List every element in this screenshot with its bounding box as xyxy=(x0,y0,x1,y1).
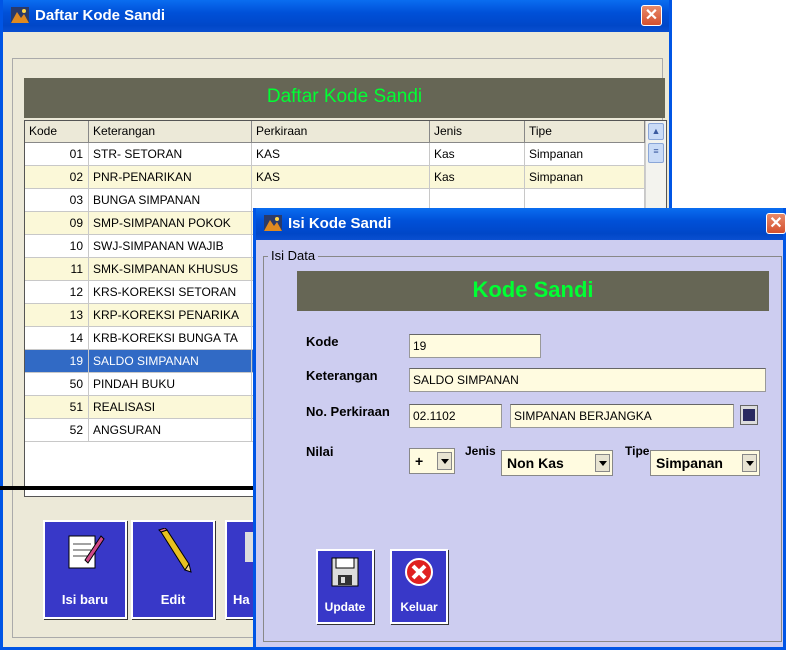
cell-keterangan: SMK-SIMPANAN KHUSUS xyxy=(89,258,252,281)
main-banner: Daftar Kode Sandi xyxy=(24,78,665,118)
keluar-button[interactable]: Keluar xyxy=(390,549,448,624)
cell-keterangan: SMP-SIMPANAN POKOK xyxy=(89,212,252,235)
no-perkiraan-label: No. Perkiraan xyxy=(306,404,390,419)
edit-button[interactable]: Edit xyxy=(131,520,215,619)
scroll-up-button[interactable]: ▲ xyxy=(648,123,664,140)
nilai-label: Nilai xyxy=(306,444,334,459)
jenis-label: Jenis xyxy=(465,444,496,458)
cell-tipe: Simpanan xyxy=(525,166,645,189)
isi-baru-label: Isi baru xyxy=(61,592,109,607)
update-button[interactable]: Update xyxy=(316,549,374,624)
chevron-down-icon xyxy=(595,454,610,472)
tipe-value: Simpanan xyxy=(656,455,723,471)
no-perkiraan-name-field[interactable]: SIMPANAN BERJANGKA xyxy=(510,404,734,428)
cell-keterangan: REALISASI xyxy=(89,396,252,419)
cell-jenis: Kas xyxy=(430,166,525,189)
cell-keterangan: KRP-KOREKSI PENARIKA xyxy=(89,304,252,327)
tipe-label: Tipe xyxy=(625,444,650,458)
chevron-down-icon xyxy=(437,452,452,470)
cell-keterangan: BUNGA SIMPANAN xyxy=(89,189,252,212)
notepad-icon xyxy=(68,535,105,569)
jenis-value: Non Kas xyxy=(507,455,564,471)
cell-keterangan: SWJ-SIMPANAN WAJIB xyxy=(89,235,252,258)
cell-kode: 11 xyxy=(25,258,89,281)
column-header-keterangan[interactable]: Keterangan xyxy=(89,121,252,143)
close-circle-icon xyxy=(405,558,433,586)
cell-kode: 52 xyxy=(25,419,89,442)
dialog-close-button[interactable]: ✕ xyxy=(766,213,786,234)
cell-keterangan: STR- SETORAN xyxy=(89,143,252,166)
cell-keterangan: PINDAH BUKU xyxy=(89,373,252,396)
keterangan-field[interactable]: SALDO SIMPANAN xyxy=(409,368,766,392)
dialog-app-icon xyxy=(264,215,282,231)
cell-kode: 09 xyxy=(25,212,89,235)
cell-keterangan: KRB-KOREKSI BUNGA TA xyxy=(89,327,252,350)
pencil-icon xyxy=(158,528,192,573)
column-header-jenis[interactable]: Jenis xyxy=(430,121,525,143)
main-window-title: Daftar Kode Sandi xyxy=(35,7,166,24)
column-header-tipe[interactable]: Tipe xyxy=(525,121,645,143)
column-header-kode[interactable]: Kode xyxy=(25,121,89,143)
cell-keterangan: ANGSURAN xyxy=(89,419,252,442)
cell-kode: 51 xyxy=(25,396,89,419)
cell-kode: 13 xyxy=(25,304,89,327)
isi-kode-sandi-dialog: Isi Kode Sandi ✕ Isi Data Kode Sandi Kod… xyxy=(253,208,786,650)
cell-kode: 50 xyxy=(25,373,89,396)
table-row[interactable]: 01 STR- SETORAN KAS Kas Simpanan xyxy=(25,143,645,166)
cell-jenis: Kas xyxy=(430,143,525,166)
cell-perkiraan: KAS xyxy=(252,143,430,166)
tipe-dropdown[interactable]: Simpanan xyxy=(650,450,760,476)
save-icon xyxy=(331,557,359,587)
cell-kode: 01 xyxy=(25,143,89,166)
jenis-dropdown[interactable]: Non Kas xyxy=(501,450,613,476)
isi-data-group-label: Isi Data xyxy=(268,248,319,263)
chevron-down-icon xyxy=(743,409,755,421)
kode-label: Kode xyxy=(306,334,339,349)
update-label: Update xyxy=(324,600,366,614)
no-perkiraan-code-field[interactable]: 02.1102 xyxy=(409,404,502,428)
cell-keterangan: SALDO SIMPANAN xyxy=(89,350,252,373)
column-header-perkiraan[interactable]: Perkiraan xyxy=(252,121,430,143)
cell-kode: 14 xyxy=(25,327,89,350)
close-icon: ✕ xyxy=(769,215,783,232)
kode-field[interactable]: 19 xyxy=(409,334,541,358)
cell-tipe: Simpanan xyxy=(525,143,645,166)
dialog-titlebar[interactable]: Isi Kode Sandi ✕ xyxy=(256,208,786,240)
dialog-title: Isi Kode Sandi xyxy=(288,215,392,232)
isi-baru-button[interactable]: Isi baru xyxy=(43,520,127,619)
table-row[interactable]: 02 PNR-PENARIKAN KAS Kas Simpanan xyxy=(25,166,645,189)
cell-keterangan: KRS-KOREKSI SETORAN xyxy=(89,281,252,304)
edit-label: Edit xyxy=(160,592,186,607)
cell-kode: 12 xyxy=(25,281,89,304)
close-icon: ✕ xyxy=(644,7,659,24)
app-icon xyxy=(11,7,29,23)
cell-perkiraan: KAS xyxy=(252,166,430,189)
chevron-down-icon xyxy=(742,454,757,472)
nilai-value: + xyxy=(415,453,424,469)
main-titlebar[interactable]: Daftar Kode Sandi ✕ xyxy=(3,0,669,32)
nilai-dropdown[interactable]: + xyxy=(409,448,455,474)
keterangan-label: Keterangan xyxy=(306,368,378,383)
cell-kode: 10 xyxy=(25,235,89,258)
scroll-thumb[interactable]: ≡ xyxy=(648,143,664,163)
cell-keterangan: PNR-PENARIKAN xyxy=(89,166,252,189)
cell-kode: 02 xyxy=(25,166,89,189)
perkiraan-lookup-button[interactable] xyxy=(740,405,758,425)
cell-kode: 03 xyxy=(25,189,89,212)
dialog-banner: Kode Sandi xyxy=(297,271,769,311)
main-close-button[interactable]: ✕ xyxy=(641,5,662,26)
cell-kode: 19 xyxy=(25,350,89,373)
keluar-label: Keluar xyxy=(400,600,438,614)
